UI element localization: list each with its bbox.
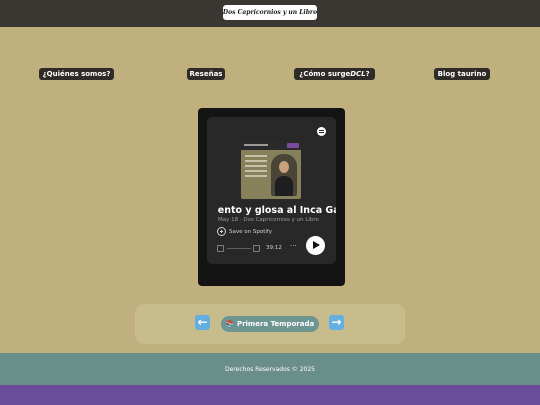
- next-arrow-button[interactable]: →: [329, 315, 344, 330]
- episode-duration: 39:12: [266, 245, 282, 251]
- save-on-spotify-button[interactable]: Save on Spotify: [217, 227, 272, 236]
- spotify-player-card: nento y glosa al Inca Gar May 18 · Dos C…: [207, 117, 336, 264]
- episode-cover-image: [241, 141, 301, 199]
- save-label: Save on Spotify: [229, 228, 272, 235]
- footer-copyright: Derechos Reservados © 2025: [225, 365, 315, 373]
- nav-como-dcl: DCL: [350, 70, 366, 78]
- progress-bar[interactable]: [227, 248, 251, 249]
- rewind-15-icon[interactable]: [217, 245, 224, 252]
- spotify-logo-icon[interactable]: [317, 127, 326, 136]
- nav-quienes-somos[interactable]: ¿Quiénes somos?: [39, 68, 114, 80]
- site-logo[interactable]: Dos Capricornios y un Libro: [223, 5, 317, 20]
- forward-15-icon[interactable]: [253, 245, 260, 252]
- header-bar: Dos Capricornios y un Libro: [0, 0, 540, 27]
- nav-como-suffix: ?: [365, 70, 370, 78]
- nav-blog-taurino[interactable]: Blog taurino: [434, 68, 490, 80]
- nav-como-surge[interactable]: ¿Cómo surge DCL?: [294, 68, 375, 80]
- playback-controls: 39:12 ···: [217, 236, 327, 255]
- season-button[interactable]: 📚 Primera Temporada: [221, 316, 319, 332]
- bottom-accent-bar: [0, 385, 540, 405]
- nav-resenas[interactable]: Reseñas: [187, 68, 225, 80]
- portrait-image: [271, 154, 297, 196]
- nav-como-prefix: ¿Cómo surge: [299, 70, 351, 78]
- more-options-icon[interactable]: ···: [290, 242, 297, 250]
- play-button[interactable]: [306, 236, 325, 255]
- prev-arrow-button[interactable]: ←: [195, 315, 210, 330]
- footer: Derechos Reservados © 2025: [0, 353, 540, 385]
- episode-meta: May 18 · Dos Capricornios y un Libro: [218, 217, 319, 223]
- plus-circle-icon: [217, 227, 226, 236]
